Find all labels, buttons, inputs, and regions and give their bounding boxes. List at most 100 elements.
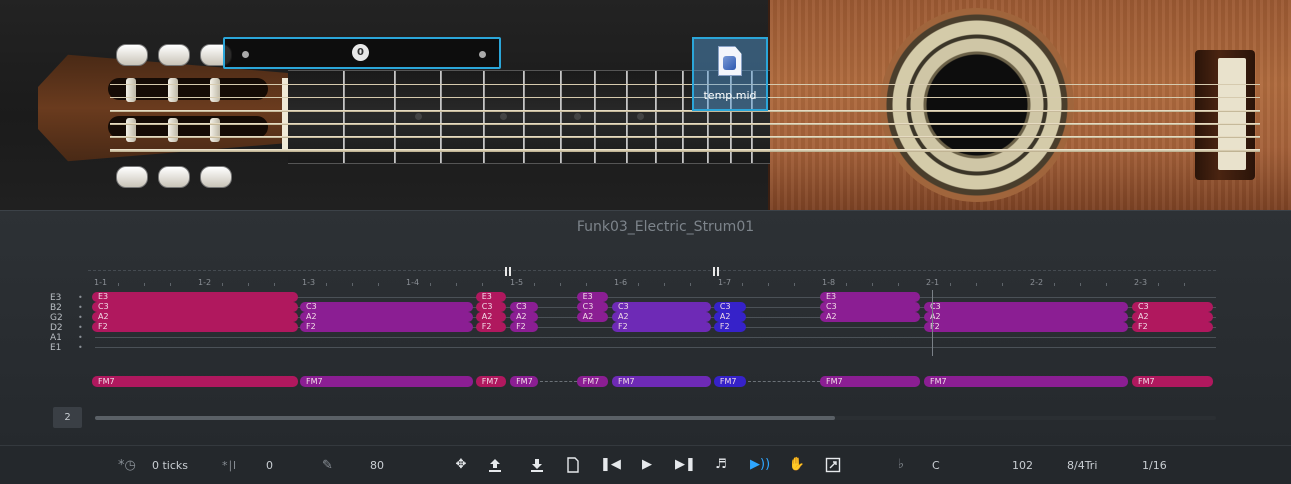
- ruler-tick: [742, 283, 743, 286]
- ruler-tick: [794, 283, 795, 286]
- chord-block[interactable]: FM7: [475, 376, 506, 387]
- ruler-tick: [690, 283, 691, 286]
- chord-row[interactable]: FM7 FM7 FM7 FM7 FM7 FM7 FM7 FM7 FM7 FM7: [0, 376, 1291, 390]
- humanize-value[interactable]: 0: [266, 446, 273, 484]
- ruler-tick: [248, 283, 249, 286]
- chord-block[interactable]: FM7: [924, 376, 1128, 387]
- note-block[interactable]: E3: [576, 292, 608, 302]
- note-block[interactable]: A2: [576, 312, 608, 322]
- ruler-label: 1-8: [822, 278, 836, 287]
- new-document-button[interactable]: [564, 456, 582, 474]
- play-button[interactable]: ▶: [638, 456, 656, 474]
- note-block[interactable]: A2: [924, 312, 1128, 322]
- time-signature-value[interactable]: 8/4Tri: [1067, 446, 1097, 484]
- velocity-value[interactable]: 80: [370, 446, 384, 484]
- tempo-value[interactable]: 102: [1012, 446, 1033, 484]
- scrollbar-thumb[interactable]: [95, 416, 835, 420]
- note-block[interactable]: C3: [92, 302, 298, 312]
- sound-hole: [880, 8, 1074, 202]
- string-lane: [95, 337, 1216, 338]
- pattern-editor: Funk03_Electric_Strum01 1-1 1-2 1-3 1-4 1-5 1…: [0, 210, 1291, 446]
- note-block[interactable]: A2: [92, 312, 298, 322]
- note-block[interactable]: F2: [475, 322, 506, 332]
- move-button[interactable]: ✥: [452, 456, 470, 474]
- note-block[interactable]: C3: [475, 302, 506, 312]
- chord-block[interactable]: FM7: [612, 376, 711, 387]
- skip-back-button[interactable]: ❚◀: [600, 456, 621, 474]
- capo-handle[interactable]: 0: [352, 44, 369, 61]
- timeline-ruler[interactable]: 1-1 1-2 1-3 1-4 1-5 1-6 1-7 1-8 2-1 2-2 2-3: [88, 267, 1216, 293]
- tuner-roller: [168, 78, 178, 102]
- note-block[interactable]: F2: [1132, 322, 1214, 332]
- ruler-tick: [274, 283, 275, 286]
- chord-block[interactable]: FM7: [713, 376, 747, 387]
- speaker-button[interactable]: ▶)): [750, 456, 770, 474]
- note-block[interactable]: A2: [713, 312, 747, 322]
- guitar-string-e1: [110, 149, 1260, 152]
- resize-icon: [825, 457, 841, 473]
- note-block[interactable]: A2: [1132, 312, 1214, 322]
- note-block[interactable]: F2: [300, 322, 473, 332]
- note-block[interactable]: A2: [612, 312, 711, 322]
- import-down-button[interactable]: [528, 456, 546, 474]
- pause-marker[interactable]: [713, 267, 720, 276]
- chord-block[interactable]: FM7: [300, 376, 473, 387]
- note-grid[interactable]: E3 C3 A2 F2 C3 A2 F2 E3 C3 A2 F2 C3 A2 F2 E3 C3 A2 C3 A2 F2…: [0, 292, 1291, 372]
- tuner-peg: [158, 166, 190, 188]
- fret-inlay: [574, 113, 581, 120]
- note-block[interactable]: C3: [713, 302, 747, 312]
- note-block[interactable]: F2: [510, 322, 539, 332]
- note-block[interactable]: C3: [924, 302, 1128, 312]
- note-block[interactable]: C3: [820, 302, 920, 312]
- capo-position-selector[interactable]: 0: [223, 37, 501, 69]
- note-block[interactable]: E3: [820, 292, 920, 302]
- note-block[interactable]: C3: [510, 302, 539, 312]
- chord-block[interactable]: FM7: [576, 376, 608, 387]
- note-block[interactable]: F2: [92, 322, 298, 332]
- scale-button[interactable]: [824, 456, 842, 474]
- note-block[interactable]: C3: [300, 302, 473, 312]
- chord-block[interactable]: FM7: [92, 376, 298, 387]
- note-block[interactable]: F2: [924, 322, 1128, 332]
- note-block[interactable]: C3: [612, 302, 711, 312]
- export-up-button[interactable]: [486, 456, 504, 474]
- hand-audio-button[interactable]: ✋: [788, 456, 806, 474]
- note-block[interactable]: F2: [713, 322, 747, 332]
- ruler-tick: [768, 283, 769, 286]
- guitar-string-e3: [110, 84, 1260, 85]
- pause-marker[interactable]: [505, 267, 512, 276]
- bottom-toolbar: *◷ 0 ticks *∣l 0 ✎ 80 ✥ ❚◀ ▶ ▶❚ ♬ ▶)) ✋ …: [0, 445, 1291, 484]
- note-block[interactable]: E3: [92, 292, 298, 302]
- humanize-icon: *∣l: [222, 459, 237, 472]
- tuner-roller: [168, 118, 178, 142]
- midi-file-drag[interactable]: temp.mid: [692, 37, 768, 111]
- quantize-value[interactable]: 1/16: [1142, 446, 1167, 484]
- horizontal-scrollbar[interactable]: [95, 416, 1216, 420]
- ruler-tick: [1002, 283, 1003, 286]
- note-block[interactable]: F2: [612, 322, 711, 332]
- key-value[interactable]: C: [932, 446, 940, 484]
- tuner-roller: [126, 118, 136, 142]
- velocity-pencil-icon: ✎: [322, 458, 333, 473]
- chord-block[interactable]: FM7: [820, 376, 920, 387]
- export-icon: [489, 459, 501, 472]
- note-block[interactable]: A2: [475, 312, 506, 322]
- note-block[interactable]: A2: [820, 312, 920, 322]
- note-block[interactable]: A2: [300, 312, 473, 322]
- chord-block[interactable]: FM7: [1132, 376, 1214, 387]
- metronome-button[interactable]: ♬: [712, 456, 730, 474]
- note-block[interactable]: C3: [576, 302, 608, 312]
- ruler-tick: [170, 283, 171, 286]
- skip-forward-button[interactable]: ▶❚: [675, 456, 696, 474]
- offset-value[interactable]: 0 ticks: [152, 446, 188, 484]
- note-block[interactable]: A2: [510, 312, 539, 322]
- guitar-string-b2: [110, 97, 1260, 98]
- document-icon: [567, 457, 579, 473]
- note-block[interactable]: C3: [1132, 302, 1214, 312]
- chord-block[interactable]: FM7: [510, 376, 539, 387]
- ruler-tick: [1158, 283, 1159, 286]
- note-block[interactable]: E3: [475, 292, 506, 302]
- pattern-title[interactable]: Funk03_Electric_Strum01: [0, 219, 1291, 235]
- page-number[interactable]: 2: [53, 407, 82, 428]
- ruler-tick: [352, 283, 353, 286]
